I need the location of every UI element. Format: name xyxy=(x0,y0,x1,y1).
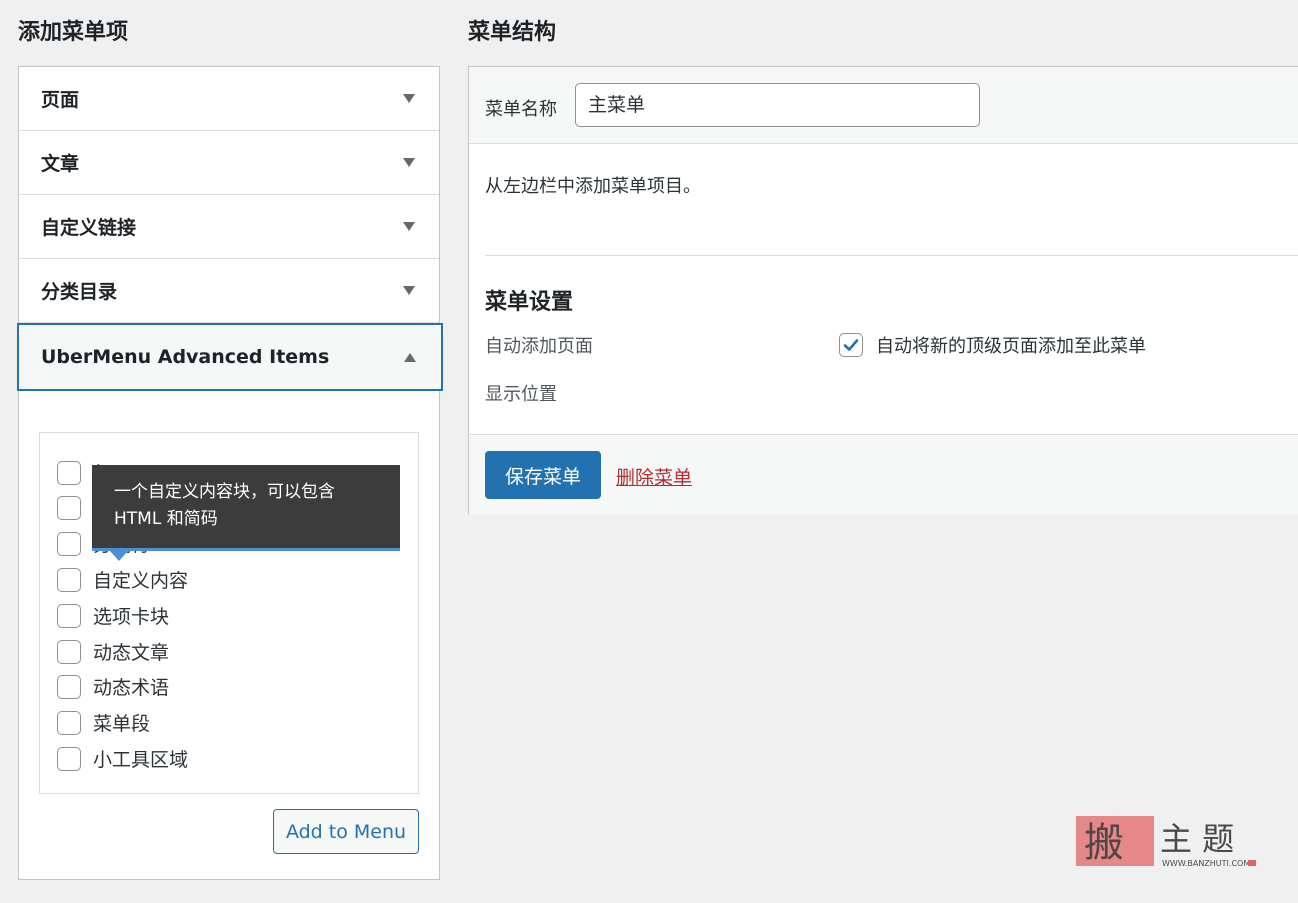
menu-settings-title: 菜单设置 xyxy=(485,290,574,315)
item-label: 菜单段 xyxy=(93,713,151,735)
item-checkbox[interactable] xyxy=(57,603,81,628)
auto-add-pages-label: 自动添加页面 xyxy=(485,336,593,357)
triangle-up-icon xyxy=(404,352,416,362)
divider xyxy=(485,255,1298,256)
ubermenu-items-panel: 行 列 分隔符 自定义内容 选项卡块 xyxy=(19,391,439,883)
svg-text:主 题: 主 题 xyxy=(1160,820,1234,858)
accordion-categories[interactable]: 分类目录 xyxy=(19,259,439,323)
triangle-down-icon xyxy=(403,158,415,167)
accordion-custom-links[interactable]: 自定义链接 xyxy=(19,195,439,259)
list-item[interactable]: 自定义内容 xyxy=(57,566,188,593)
svg-text:WWW.BANZHUTI.COM: WWW.BANZHUTI.COM xyxy=(1162,859,1250,868)
accordion-label: 分类目录 xyxy=(41,281,118,303)
accordion-label: UberMenu Advanced Items xyxy=(41,346,330,368)
menu-name-header: 菜单名称 主菜单 xyxy=(469,67,1298,144)
menu-edit-box: 菜单名称 主菜单 从左边栏中添加菜单项目。 菜单设置 自动添加页面 自动将新的顶… xyxy=(468,66,1298,514)
item-label: 动态术语 xyxy=(93,677,170,699)
list-item[interactable]: 菜单段 xyxy=(57,709,150,736)
auto-add-option-label: 自动将新的顶级页面添加至此菜单 xyxy=(876,336,1146,357)
list-item[interactable]: 选项卡块 xyxy=(57,602,169,629)
add-items-hint: 从左边栏中添加菜单项目。 xyxy=(485,176,701,197)
menu-items-accordion: 页面 文章 自定义链接 分类目录 UberMenu Advanced Items… xyxy=(17,66,443,883)
menu-name-label: 菜单名称 xyxy=(485,99,557,120)
ubermenu-items-list: 行 列 分隔符 自定义内容 选项卡块 xyxy=(39,432,419,794)
watermark-logo: 搬 主 题 WWW.BANZHUTI.COM xyxy=(1074,814,1264,870)
item-checkbox[interactable] xyxy=(57,674,81,699)
item-checkbox[interactable] xyxy=(57,460,81,485)
list-item[interactable]: 动态术语 xyxy=(57,673,169,700)
accordion-label: 页面 xyxy=(41,89,80,111)
delete-menu-link[interactable]: 删除菜单 xyxy=(616,463,692,490)
add-to-menu-button[interactable]: Add to Menu xyxy=(273,809,419,854)
accordion-label: 自定义链接 xyxy=(41,217,137,239)
tooltip-line: HTML 和简码 xyxy=(114,509,218,529)
item-checkbox[interactable] xyxy=(57,531,81,556)
list-item[interactable]: 动态文章 xyxy=(57,638,169,665)
item-checkbox[interactable] xyxy=(57,639,81,664)
item-checkbox[interactable] xyxy=(57,710,81,735)
item-tooltip: 一个自定义内容块，可以包含 HTML 和简码 xyxy=(92,465,400,551)
tooltip-arrow-icon xyxy=(110,551,128,561)
item-label: 选项卡块 xyxy=(93,606,170,628)
item-label: 小工具区域 xyxy=(93,749,189,771)
item-checkbox[interactable] xyxy=(57,567,81,592)
triangle-down-icon xyxy=(403,222,415,231)
menu-structure-title: 菜单结构 xyxy=(468,20,557,45)
banzhuti-seal-icon: 搬 主 题 WWW.BANZHUTI.COM xyxy=(1076,816,1256,868)
accordion-ubermenu-advanced-items[interactable]: UberMenu Advanced Items xyxy=(17,323,443,391)
accordion-posts[interactable]: 文章 xyxy=(19,131,439,195)
accordion-pages[interactable]: 页面 xyxy=(19,67,439,131)
tooltip-line: 一个自定义内容块，可以包含 xyxy=(114,482,335,502)
menu-name-input[interactable]: 主菜单 xyxy=(575,83,980,127)
check-icon xyxy=(843,339,859,351)
menu-body: 从左边栏中添加菜单项目。 菜单设置 自动添加页面 自动将新的顶级页面添加至此菜单… xyxy=(469,144,1298,434)
save-menu-button[interactable]: 保存菜单 xyxy=(485,451,601,499)
item-checkbox[interactable] xyxy=(57,746,81,771)
auto-add-option[interactable]: 自动将新的顶级页面添加至此菜单 xyxy=(839,332,1146,358)
item-checkbox[interactable] xyxy=(57,495,81,520)
item-label: 动态文章 xyxy=(93,642,170,664)
triangle-down-icon xyxy=(403,94,415,103)
list-item[interactable]: 小工具区域 xyxy=(57,745,188,772)
item-label: 自定义内容 xyxy=(93,570,189,592)
menu-footer: 保存菜单 删除菜单 xyxy=(469,434,1298,514)
display-location-label: 显示位置 xyxy=(485,384,557,405)
svg-text:搬: 搬 xyxy=(1084,820,1124,866)
add-menu-items-title: 添加菜单项 xyxy=(18,20,129,45)
accordion-label: 文章 xyxy=(41,153,80,175)
auto-add-checkbox[interactable] xyxy=(839,333,863,357)
triangle-down-icon xyxy=(403,286,415,295)
